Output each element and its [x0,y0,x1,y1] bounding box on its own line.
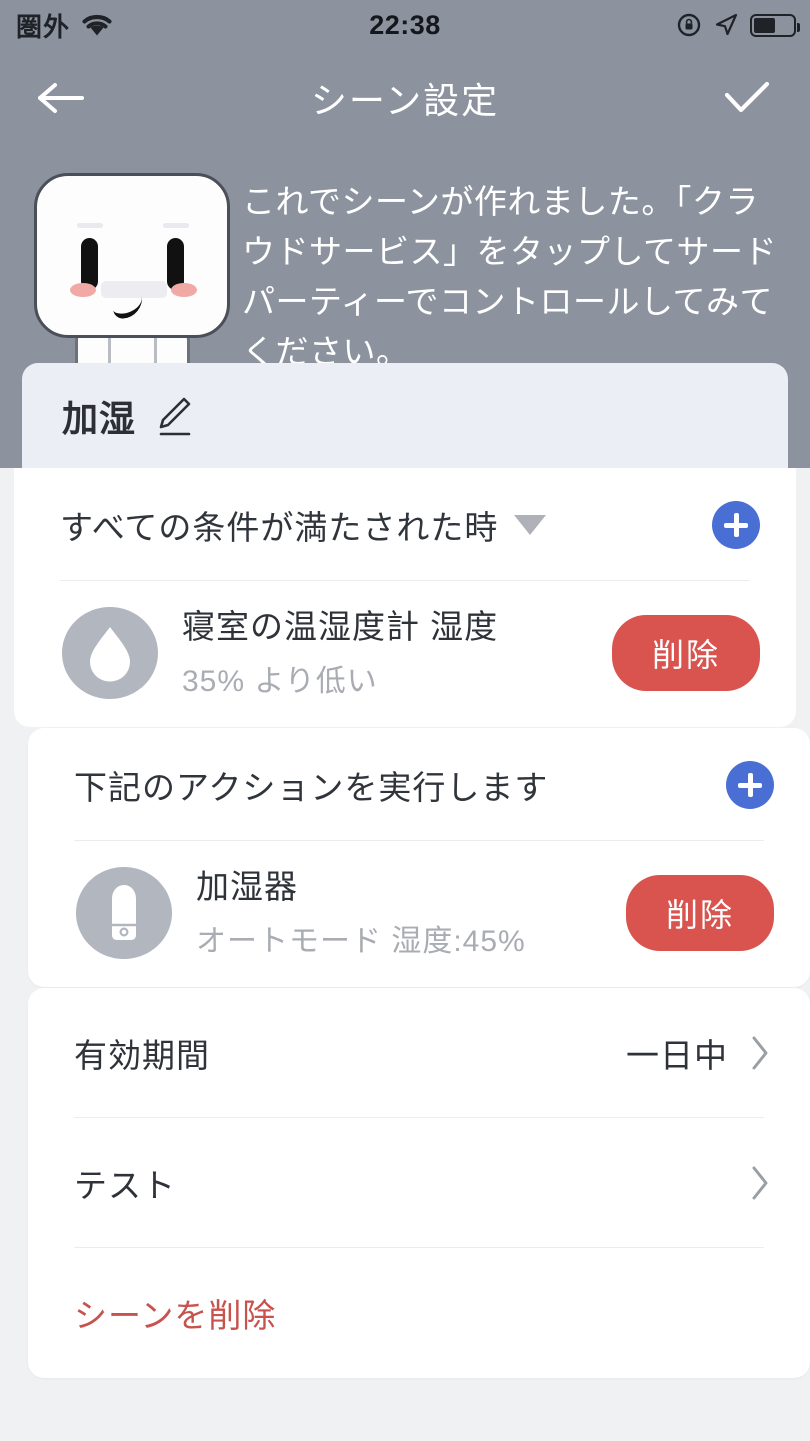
page-title: シーン設定 [0,72,810,124]
effective-period-row[interactable]: 有効期間 一日中 [28,988,810,1117]
add-condition-button[interactable] [712,501,760,549]
action-card: 下記のアクションを実行します 加湿器 オートモード 湿度:45% 削除 [28,728,810,987]
action-item-title: 加湿器 [196,866,626,907]
navigation-bar: シーン設定 [0,50,810,145]
delete-scene-row[interactable]: シーンを削除 [28,1248,810,1378]
scene-name-card[interactable]: 加湿 [22,363,788,468]
action-header-row: 下記のアクションを実行します [28,728,810,840]
action-item-text: 加湿器 オートモード 湿度:45% [174,866,626,960]
effective-period-value: 一日中 [626,1029,728,1077]
condition-mode-selector[interactable]: すべての条件が満たされた時 [60,501,546,549]
rotation-lock-icon [676,12,702,38]
tip-banner: これでシーンが作れました。「クラウドサービス」をタップしてサードパーティーでコン… [0,145,810,378]
app-screen: 圏外 22:38 [0,0,810,1441]
chevron-right-icon [750,1165,770,1201]
action-section-label: 下記のアクションを実行します [74,761,548,809]
action-item-subtitle: オートモード 湿度:45% [196,916,626,960]
tip-text: これでシーンが作れました。「クラウドサービス」をタップしてサードパーティーでコン… [236,167,792,378]
effective-period-value-group: 一日中 [626,1029,770,1077]
condition-item-text: 寝室の温湿度計 湿度 35% より低い [160,606,612,700]
effective-period-label: 有効期間 [74,1029,210,1077]
action-item-row[interactable]: 加湿器 オートモード 湿度:45% 削除 [28,841,810,987]
test-label: テスト [74,1159,176,1207]
condition-header-row[interactable]: すべての条件が満たされた時 [14,468,796,580]
condition-mode-label: すべての条件が満たされた時 [60,501,498,549]
delete-condition-button[interactable]: 削除 [612,615,760,691]
condition-item-row[interactable]: 寝室の温湿度計 湿度 35% より低い 削除 [14,581,796,727]
battery-icon [750,14,796,37]
delete-scene-label: シーンを削除 [74,1289,276,1337]
chevron-right-icon [750,1035,770,1071]
chevron-down-icon[interactable] [514,515,546,535]
confirm-button[interactable] [720,71,774,125]
mascot-robot-icon [28,167,236,372]
condition-item-subtitle: 35% より低い [182,656,612,700]
condition-card: すべての条件が満たされた時 寝室の温湿度計 湿度 35% より低い 削除 [14,468,796,727]
status-bar-right [676,12,796,38]
status-bar: 圏外 22:38 [0,0,810,50]
add-action-button[interactable] [726,761,774,809]
scene-name-label: 加湿 [62,390,136,442]
location-arrow-icon [714,12,738,38]
delete-action-button[interactable]: 削除 [626,875,774,951]
settings-card: 有効期間 一日中 テスト シーンを削除 [28,988,810,1378]
test-row[interactable]: テスト [28,1118,810,1247]
humidifier-icon [74,863,174,963]
condition-item-title: 寝室の温湿度計 湿度 [182,606,612,647]
pencil-icon[interactable] [154,394,194,438]
water-drop-icon [60,603,160,703]
